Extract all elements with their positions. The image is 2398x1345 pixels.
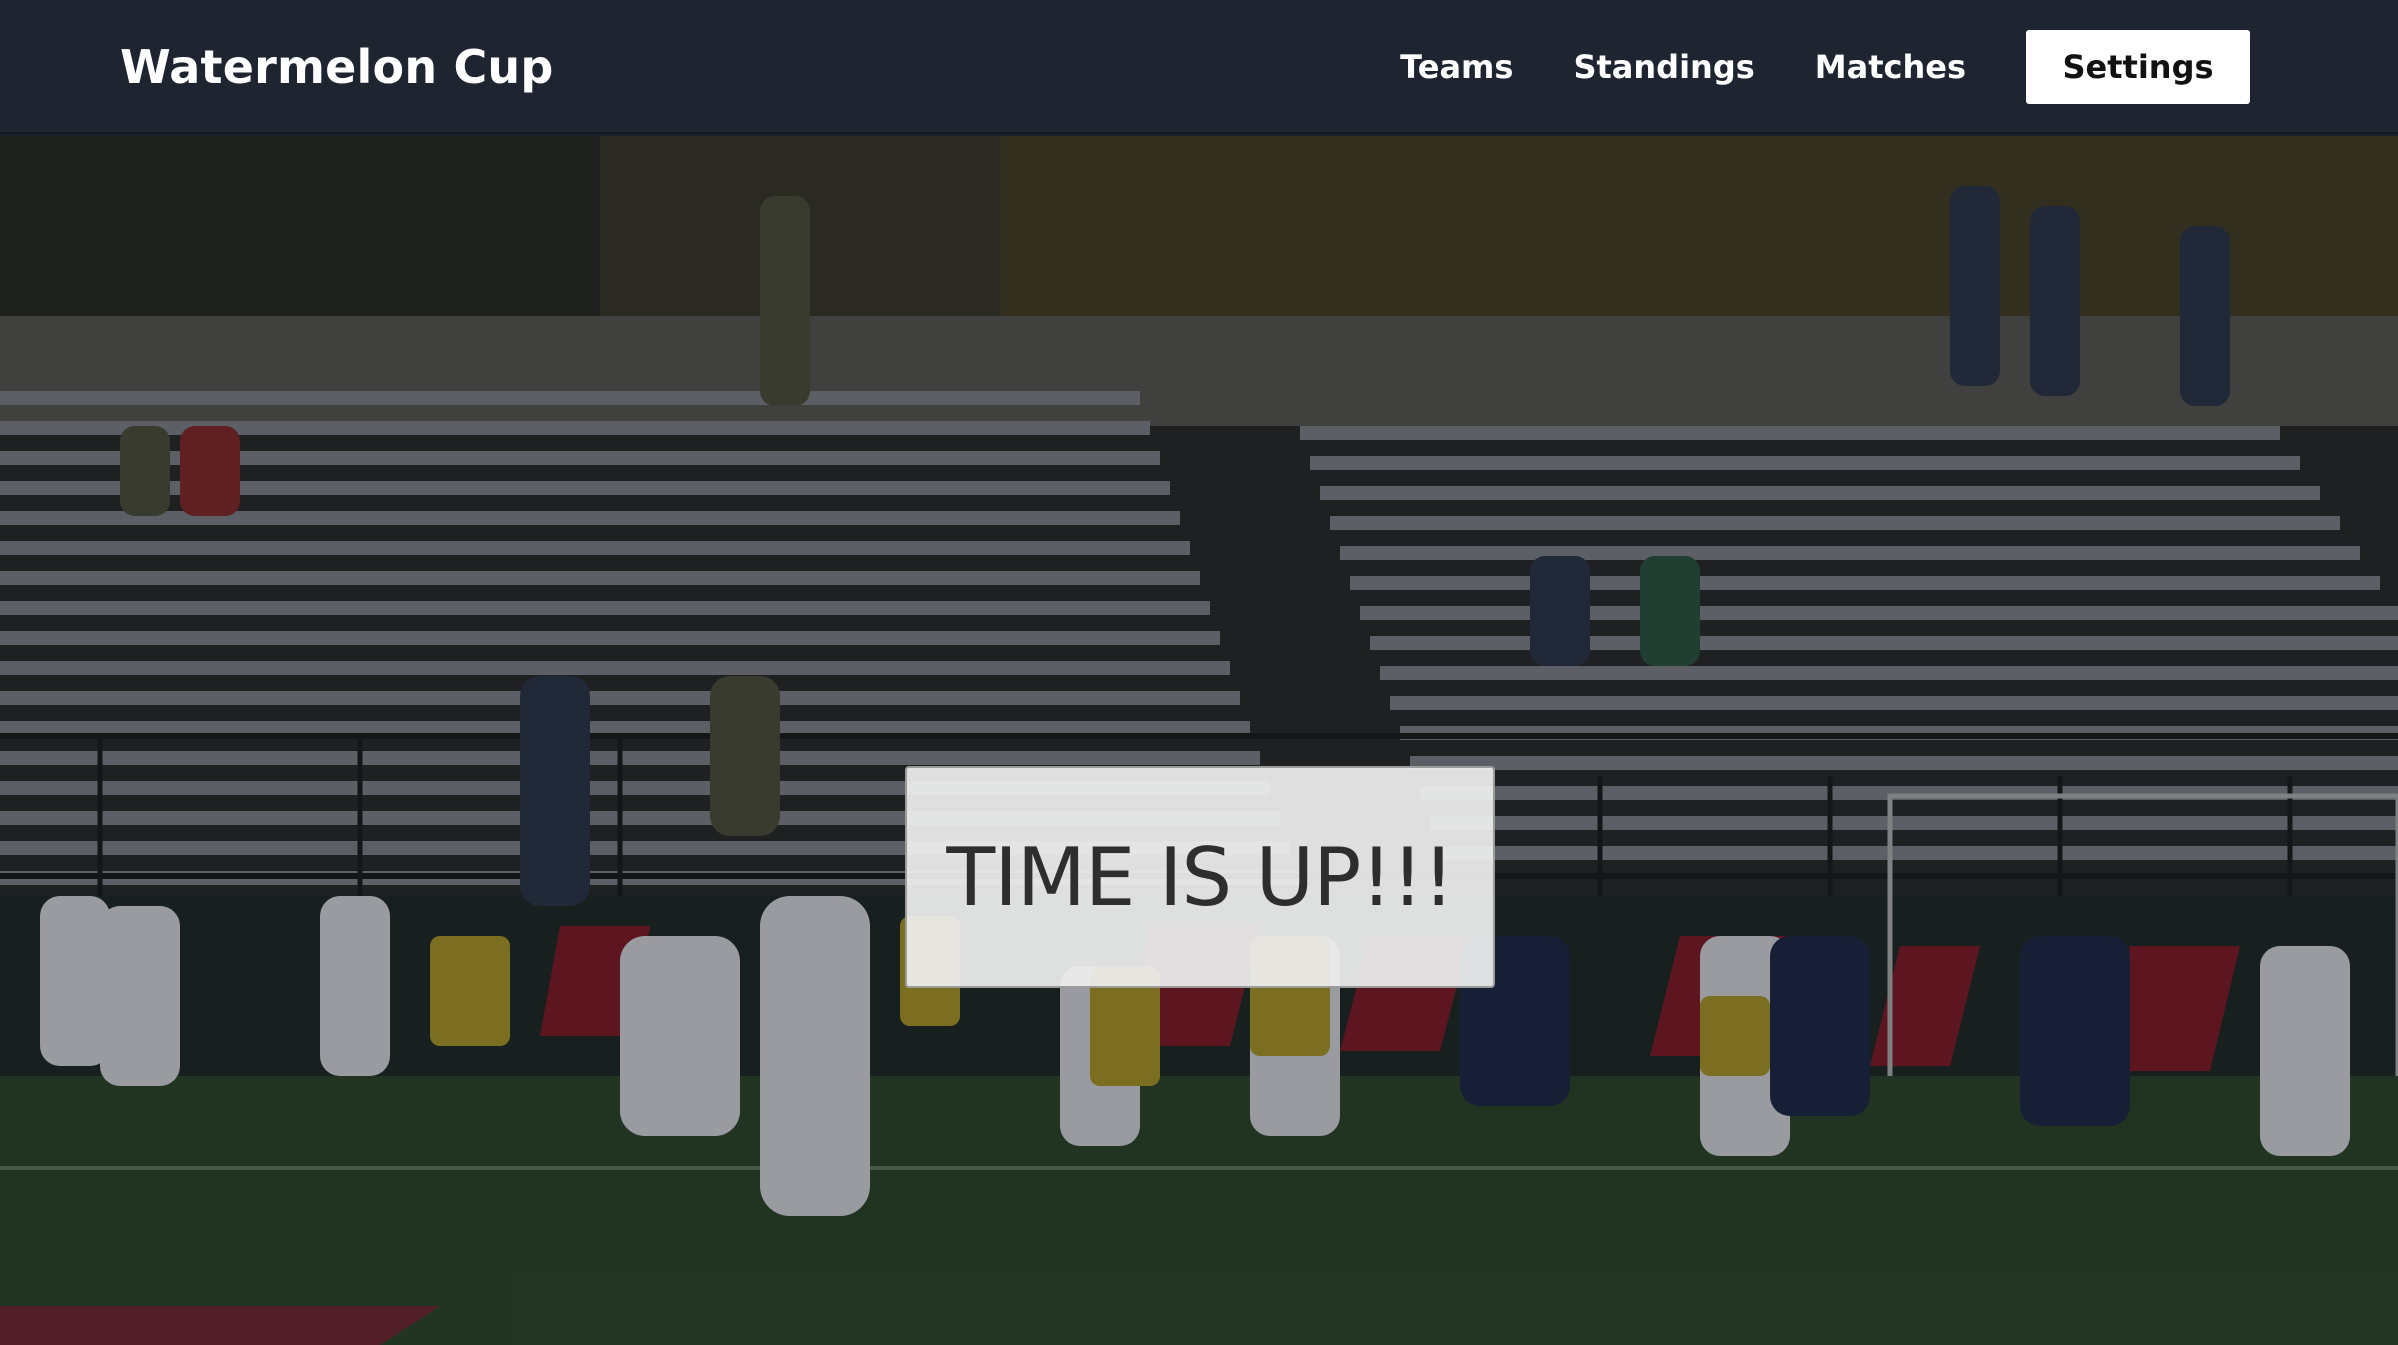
nav-standings-link[interactable]: Standings bbox=[1573, 48, 1754, 86]
nav-links: Teams Standings Matches Settings bbox=[1400, 0, 2398, 134]
time-up-message: TIME IS UP!!! bbox=[946, 830, 1454, 924]
dim-overlay bbox=[0, 136, 2398, 1345]
brand-title[interactable]: Watermelon Cup bbox=[120, 40, 554, 94]
nav-matches-link[interactable]: Matches bbox=[1815, 48, 1966, 86]
nav-teams-link[interactable]: Teams bbox=[1400, 48, 1513, 86]
stadium-background-photo: TIME IS UP!!! bbox=[0, 136, 2398, 1345]
settings-button[interactable]: Settings bbox=[2026, 30, 2250, 104]
time-up-modal: TIME IS UP!!! bbox=[905, 766, 1495, 988]
top-navbar: Watermelon Cup Teams Standings Matches S… bbox=[0, 0, 2398, 134]
